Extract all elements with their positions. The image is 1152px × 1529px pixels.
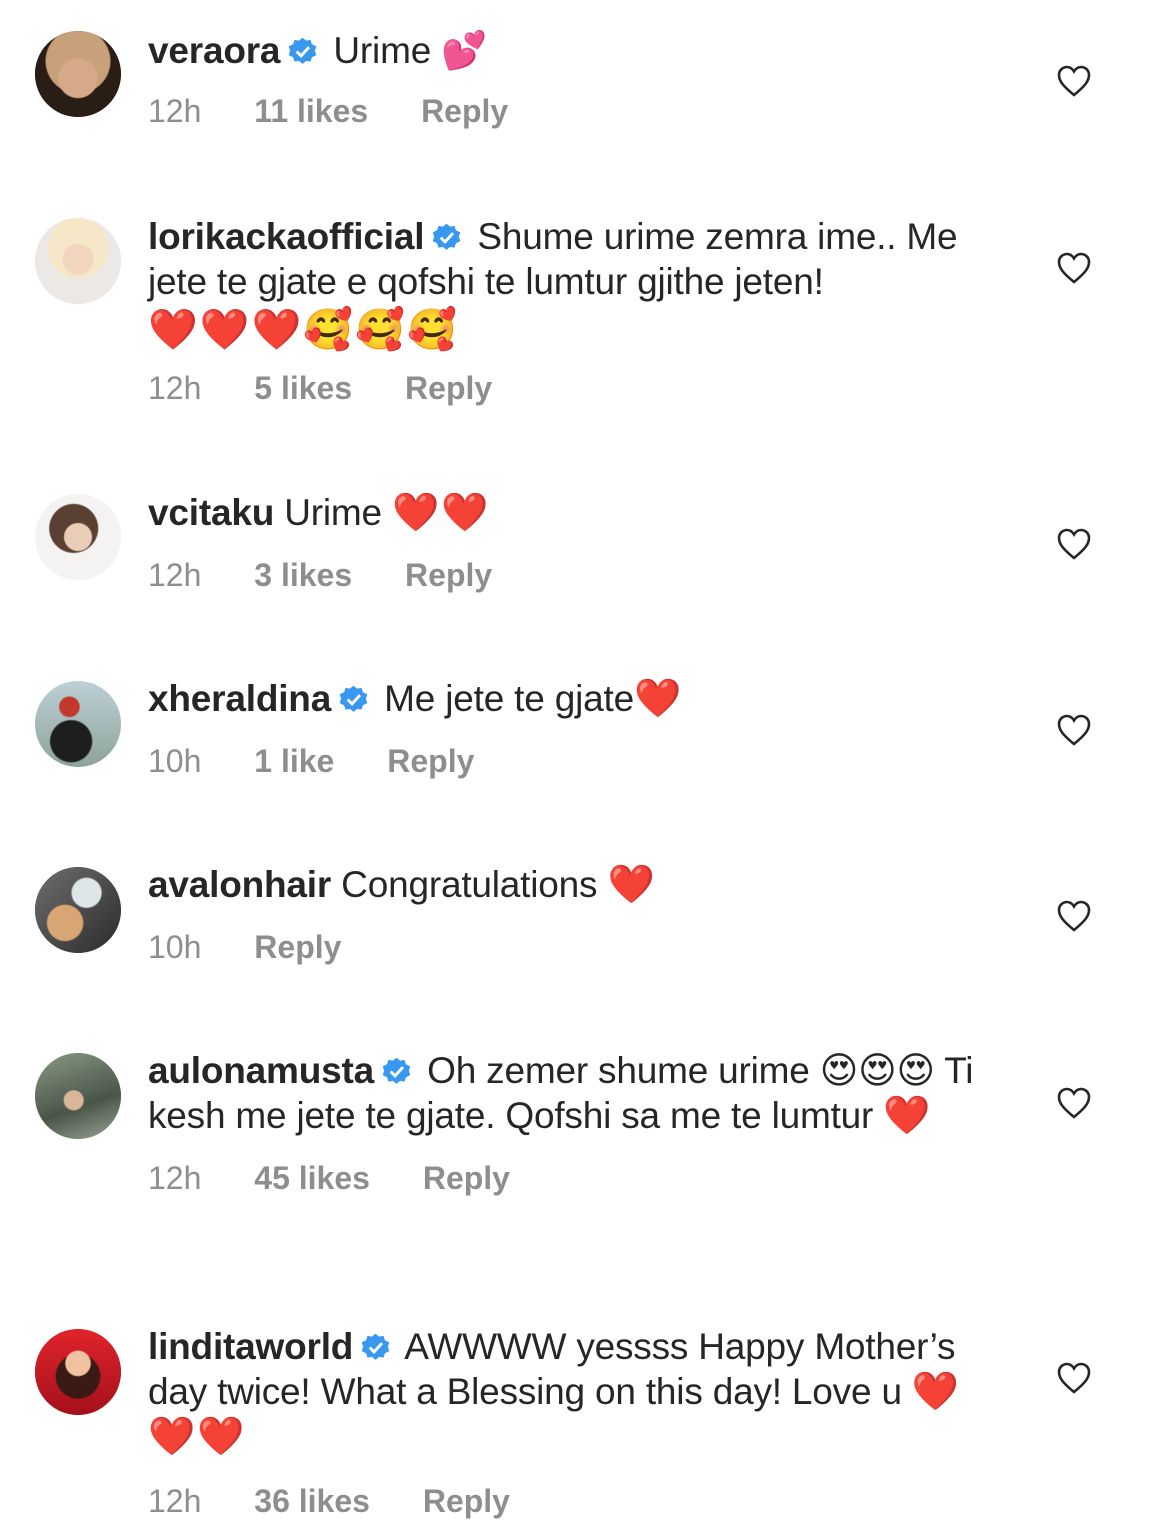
- comment-text: vcitaku Urime ❤️❤️: [148, 490, 988, 535]
- emoji-hearts: ❤️❤️: [391, 490, 491, 534]
- like-heart-icon[interactable]: [1056, 251, 1092, 285]
- like-heart-icon[interactable]: [1056, 64, 1092, 98]
- reply-button[interactable]: Reply: [423, 1483, 510, 1519]
- username[interactable]: vcitaku: [148, 492, 274, 533]
- avatar[interactable]: [35, 1053, 121, 1139]
- verified-badge-icon: [289, 37, 317, 64]
- comment-body: Congratulations: [341, 864, 598, 905]
- verified-badge-icon: [361, 1333, 390, 1360]
- likes-count[interactable]: 5 likes: [254, 370, 352, 406]
- timestamp: 10h: [148, 743, 202, 779]
- like-heart-icon[interactable]: [1056, 1361, 1092, 1395]
- comment-body: Me jete te gjate: [384, 678, 634, 719]
- comment-meta: 12h 5 likes Reply: [148, 368, 988, 408]
- likes-count[interactable]: 36 likes: [254, 1483, 370, 1519]
- timestamp: 12h: [148, 1160, 202, 1196]
- reply-button[interactable]: Reply: [405, 370, 492, 406]
- verified-badge-icon: [382, 1057, 411, 1084]
- emoji-row: ❤️❤️❤️🥰🥰🥰: [148, 307, 459, 353]
- username[interactable]: linditaworld: [148, 1326, 353, 1367]
- comment-meta: 12h 11 likes Reply: [148, 91, 988, 131]
- emoji-heart: ❤️: [883, 1093, 933, 1137]
- username[interactable]: veraora: [148, 30, 281, 71]
- reply-button[interactable]: Reply: [254, 929, 341, 965]
- comment-text: veraora Urime 💕: [148, 28, 988, 73]
- comment-meta: 10h Reply: [148, 927, 988, 967]
- comment-text: avalonhair Congratulations ❤️: [148, 862, 988, 907]
- emoji-heart: ❤️: [607, 862, 657, 906]
- verified-badge-icon: [339, 685, 368, 712]
- emoji-heart: ❤️: [633, 676, 684, 720]
- comment-meta: 12h 45 likes Reply: [148, 1158, 988, 1198]
- username[interactable]: xheraldina: [148, 678, 331, 719]
- likes-count[interactable]: 3 likes: [254, 557, 352, 593]
- reply-button[interactable]: Reply: [405, 557, 492, 593]
- avatar[interactable]: [35, 494, 121, 580]
- avatar[interactable]: [35, 867, 121, 953]
- comment-meta: 12h 3 likes Reply: [148, 555, 988, 595]
- reply-button[interactable]: Reply: [421, 93, 508, 129]
- timestamp: 12h: [148, 557, 202, 593]
- emoji-two-hearts: 💕: [441, 29, 490, 72]
- comment-text: aulonamusta Oh zemer shume urime 😍😍😍 Ti …: [148, 1048, 988, 1138]
- username[interactable]: aulonamusta: [148, 1050, 374, 1091]
- avatar[interactable]: [35, 31, 121, 117]
- comment-body: Urime: [333, 30, 432, 71]
- username[interactable]: lorikackaofficial: [148, 216, 424, 257]
- reply-button[interactable]: Reply: [423, 1160, 510, 1196]
- comment-text: lorikackaofficial Shume urime zemra ime.…: [148, 214, 988, 304]
- username[interactable]: avalonhair: [148, 864, 331, 905]
- comment-text: xheraldina Me jete te gjate❤️: [148, 676, 988, 721]
- like-heart-icon[interactable]: [1056, 899, 1092, 933]
- like-heart-icon[interactable]: [1056, 527, 1092, 561]
- like-heart-icon[interactable]: [1056, 713, 1092, 747]
- like-heart-icon[interactable]: [1056, 1086, 1092, 1120]
- timestamp: 12h: [148, 1483, 202, 1519]
- comment-meta: 12h 36 likes Reply: [148, 1481, 988, 1521]
- comment-body: Urime: [284, 492, 382, 533]
- avatar[interactable]: [35, 1329, 121, 1415]
- verified-badge-icon: [433, 223, 461, 250]
- timestamp: 12h: [148, 93, 202, 129]
- likes-count[interactable]: 11 likes: [254, 93, 368, 129]
- comment-text: linditaworld AWWWW yessss Happy Mother’s…: [148, 1324, 988, 1459]
- comment-meta: 10h 1 like Reply: [148, 741, 988, 781]
- timestamp: 10h: [148, 929, 202, 965]
- likes-count[interactable]: 1 like: [254, 743, 334, 779]
- likes-count[interactable]: 45 likes: [254, 1160, 370, 1196]
- avatar[interactable]: [35, 218, 121, 304]
- avatar[interactable]: [35, 681, 121, 767]
- timestamp: 12h: [148, 370, 202, 406]
- reply-button[interactable]: Reply: [387, 743, 474, 779]
